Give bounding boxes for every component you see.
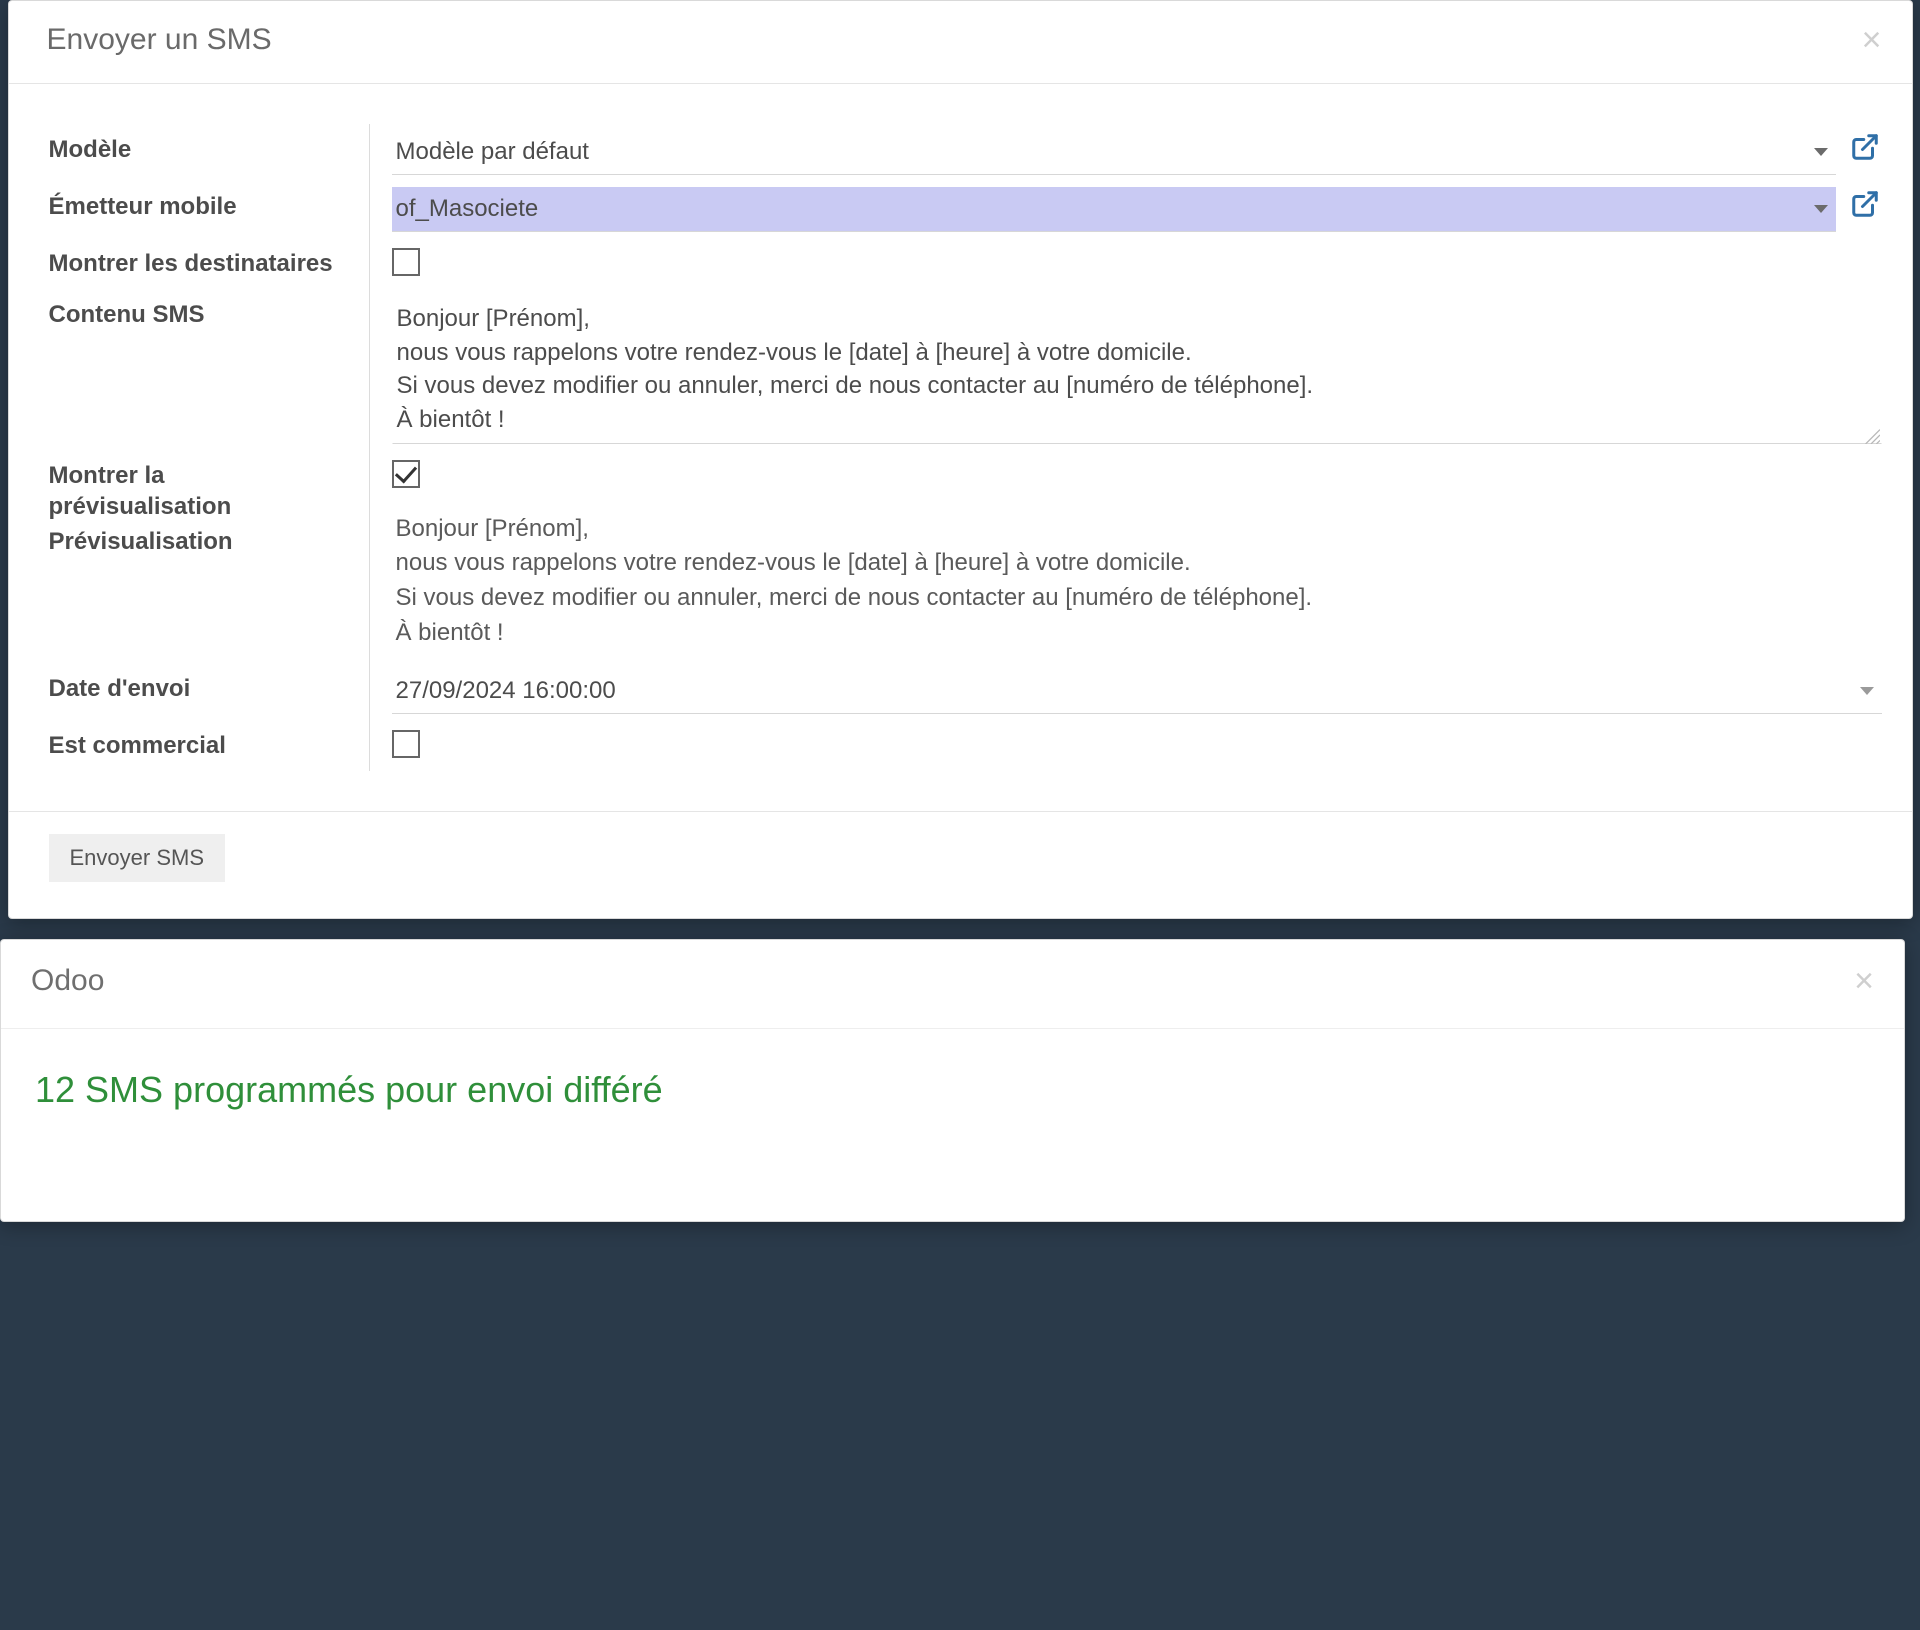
- preview-label: Prévisualisation: [49, 526, 349, 557]
- model-select[interactable]: Modèle par défaut: [392, 130, 1836, 175]
- show-preview-checkbox[interactable]: [392, 460, 420, 488]
- close-icon[interactable]: ×: [1862, 23, 1882, 57]
- dialog-footer: Envoyer SMS: [9, 811, 1912, 918]
- send-sms-button[interactable]: Envoyer SMS: [49, 834, 226, 882]
- send-date-label: Date d'envoi: [49, 675, 191, 702]
- show-preview-label: Montrer la prévisualisation: [49, 460, 349, 522]
- confirmation-message: 12 SMS programmés pour envoi différé: [35, 1069, 1874, 1111]
- confirmation-dialog: Odoo × 12 SMS programmés pour envoi diff…: [0, 939, 1905, 1222]
- confirmation-header: Odoo ×: [1, 940, 1904, 1029]
- preview-text: Bonjour [Prénom], nous vous rappelons vo…: [392, 506, 1882, 657]
- external-link-icon[interactable]: [1848, 187, 1882, 221]
- is-commercial-label: Est commercial: [49, 732, 226, 759]
- sender-label: Émetteur mobile: [49, 193, 237, 220]
- is-commercial-checkbox[interactable]: [392, 730, 420, 758]
- chevron-down-icon: [1814, 148, 1828, 156]
- dialog-header: Envoyer un SMS ×: [9, 1, 1912, 84]
- sender-select[interactable]: of_Masociete: [392, 187, 1836, 232]
- chevron-down-icon: [1814, 205, 1828, 213]
- model-select-value: Modèle par défaut: [396, 138, 589, 165]
- dialog-body: Modèle Modèle par défaut: [9, 84, 1912, 811]
- chevron-down-icon: [1860, 687, 1874, 695]
- sender-select-value: of_Masociete: [396, 195, 539, 222]
- confirmation-body: 12 SMS programmés pour envoi différé: [1, 1029, 1904, 1121]
- show-recipients-checkbox[interactable]: [392, 248, 420, 276]
- content-textarea[interactable]: Bonjour [Prénom], nous vous rappelons vo…: [392, 295, 1882, 443]
- confirmation-title: Odoo: [31, 964, 104, 998]
- send-date-value: 27/09/2024 16:00:00: [396, 677, 616, 704]
- show-recipients-label: Montrer les destinataires: [49, 250, 333, 277]
- model-label: Modèle: [49, 136, 132, 163]
- external-link-icon[interactable]: [1848, 130, 1882, 164]
- close-icon[interactable]: ×: [1854, 964, 1874, 998]
- dialog-title: Envoyer un SMS: [47, 23, 272, 57]
- content-label: Contenu SMS: [49, 301, 205, 328]
- send-sms-dialog: Envoyer un SMS × Modèle Modèle par défau…: [8, 0, 1913, 919]
- send-date-input[interactable]: 27/09/2024 16:00:00: [392, 669, 1882, 714]
- sms-form: Modèle Modèle par défaut: [49, 124, 1882, 771]
